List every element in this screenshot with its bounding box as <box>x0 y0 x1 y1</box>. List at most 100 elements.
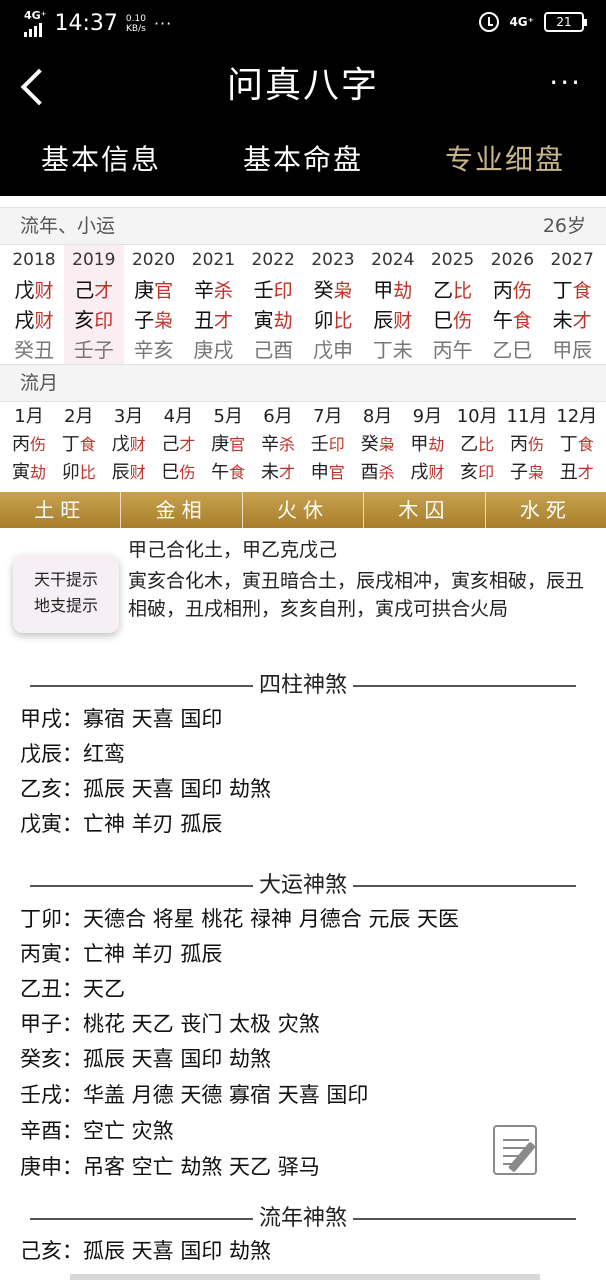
liunian-grid: 2018 戊财 戌财 癸丑 2019 己才 亥印 壬子 2020 庚官 子枭 辛亥 2021 辛杀 丑才 庚戌… <box>4 245 602 365</box>
year-column[interactable]: 2020 庚官 子枭 辛亥 <box>124 245 184 365</box>
month-zhi: 戌财 <box>410 462 445 483</box>
month-column[interactable]: 4月己才巳伤 <box>153 403 203 487</box>
net-speed: 0.10 KB/s <box>125 13 146 34</box>
month-column[interactable]: 12月 丁食 丑才 <box>552 403 602 487</box>
hint-button[interactable]: 天干提示 地支提示 <box>13 555 119 633</box>
month-label: 8月 <box>362 406 393 427</box>
year-zhi: 戌财 <box>14 308 54 332</box>
year-gan: 己才 <box>74 278 114 302</box>
month-label: 4月 <box>163 406 194 427</box>
year-column[interactable]: 2026 丙伤 午食 乙巳 <box>482 245 542 365</box>
year-zhi: 寅劫 <box>253 308 293 332</box>
xiaoyun-label: 庚戌 <box>193 338 234 362</box>
year-label: 2023 <box>311 250 355 270</box>
year-gan: 乙比 <box>433 278 473 302</box>
year-column[interactable]: 2018 戊财 戌财 癸丑 <box>4 245 64 365</box>
month-column[interactable]: 6月 辛杀 未才 <box>253 403 303 487</box>
year-label: 2022 <box>251 250 295 270</box>
dayun-row: 丙寅：亡神 羊刃 孤辰 <box>20 942 223 966</box>
dayun-row: 辛酉：空亡 灾煞 <box>20 1119 174 1143</box>
sizhu-row: 甲戌：寡宿 天喜 国印 <box>20 707 223 731</box>
dayun-divider: 大运神煞 <box>0 870 606 902</box>
month-column[interactable]: 7月 壬印 申官 <box>303 403 353 487</box>
year-gan: 戊财 <box>14 278 54 302</box>
clock: 14:37 <box>54 10 118 36</box>
year-label: 2026 <box>490 250 535 270</box>
status-bar: 4G⁺ 14:37 0.10 KB/s ··· 4G⁺ 21 <box>0 0 606 48</box>
wuxing-item: 水死 <box>519 498 572 522</box>
year-column[interactable]: 2022 壬印 寅劫 己酉 <box>243 245 303 365</box>
month-zhi: 午食 <box>211 462 246 483</box>
month-gan: 乙比 <box>460 434 495 455</box>
age-label: 26岁 <box>542 215 586 237</box>
year-gan: 丙伤 <box>492 278 532 302</box>
month-column[interactable]: 1月 丙伤 寅劫 <box>4 403 54 487</box>
month-column[interactable]: 11月 丙伤 子枭 <box>502 403 552 487</box>
wuxing-item: 土旺 <box>0 492 122 528</box>
xiaoyun-label: 壬子 <box>73 338 114 362</box>
month-gan: 己才 <box>161 434 196 455</box>
month-zhi: 酉杀 <box>360 462 395 483</box>
month-zhi: 辰财 <box>111 462 146 483</box>
year-zhi: 辰财 <box>373 308 413 332</box>
year-zhi: 午食 <box>492 308 532 332</box>
month-zhi: 卯比 <box>61 462 96 483</box>
tab-basic-info[interactable]: 基本信息 <box>0 140 202 180</box>
month-column[interactable]: 8月癸枭酉杀 <box>353 403 403 487</box>
xiaoyun-label: 丁未 <box>372 338 413 362</box>
month-column[interactable]: 2月 丁食 卯比 <box>54 403 104 487</box>
month-gan: 壬印 <box>310 434 345 455</box>
dayun-row: 壬戌：华盖 月德 天德 寡宿 天喜 国印 <box>20 1083 369 1107</box>
year-zhi: 未才 <box>552 308 592 332</box>
year-label: 2025 <box>430 250 475 270</box>
more-icon[interactable]: ··· <box>549 66 582 99</box>
year-gan: 辛杀 <box>193 278 233 302</box>
page-title: 问真八字 <box>226 65 379 106</box>
month-zhi: 未才 <box>260 462 295 483</box>
battery-icon: 21 <box>544 12 587 32</box>
year-zhi: 巳伤 <box>433 308 473 332</box>
month-column[interactable]: 3月 戊财 辰财 <box>104 403 154 487</box>
xiaoyun-label: 癸丑 <box>14 338 54 362</box>
app-header: 问真八字 ··· 基本信息 基本命盘 专业细盘 <box>0 48 606 196</box>
month-label: 2月 <box>64 406 94 427</box>
year-gan: 丁食 <box>552 278 592 302</box>
xiaoyun-label: 甲辰 <box>552 338 593 362</box>
month-column[interactable]: 5月 庚官 午食 <box>203 403 253 487</box>
tab-pro-chart[interactable]: 专业细盘 <box>404 140 606 180</box>
liunian-sha-divider: 流年神煞 <box>0 1203 606 1235</box>
month-zhi: 亥印 <box>460 462 495 483</box>
liunian-sha-row: 己亥：孤辰 天喜 国印 劫煞 <box>20 1239 272 1263</box>
year-column[interactable]: 2027 丁食未才甲辰 <box>542 245 602 365</box>
year-column[interactable]: 2025 乙比巳伤丙午 <box>423 245 483 365</box>
year-column[interactable]: 2024 甲劫 辰财 丁未 <box>363 245 423 365</box>
month-gan: 丁食 <box>559 434 594 455</box>
network-type: 4G⁺ <box>24 9 47 22</box>
month-gan: 辛杀 <box>260 434 295 455</box>
sizhu-row: 戊寅：亡神 羊刃 孤辰 <box>20 812 223 836</box>
sizhu-divider: 四柱神煞 <box>0 670 606 702</box>
month-zhi: 巳伤 <box>161 462 196 483</box>
liuyue-grid: 1月 丙伤 寅劫 2月 丁食 卯比 3月 戊财 辰财 4月 己才 巳伤 5月 庚官 午食 6月 辛杀 未才 7月 壬印… <box>4 403 602 491</box>
month-gan: 戊财 <box>111 434 146 455</box>
year-column[interactable]: 2023 癸枭 卯比 戊申 <box>303 245 363 365</box>
wuxing-band: 土旺 金相 火休 木囚 水死 <box>0 492 606 528</box>
notification-dots: ··· <box>153 14 173 33</box>
signal-icon <box>24 21 42 37</box>
year-label: 2027 <box>550 250 594 270</box>
year-column[interactable]: 2021 辛杀 丑才 庚戌 <box>183 245 243 365</box>
liuyue-title: 流月 <box>0 364 606 402</box>
xiaoyun-label: 丙午 <box>432 338 473 362</box>
dayun-row: 甲子：桃花 天乙 丧门 太极 灾煞 <box>20 1012 320 1036</box>
year-column[interactable]: 2019 己才 亥印 壬子 <box>63 245 124 365</box>
tab-basic-chart[interactable]: 基本命盘 <box>202 140 404 180</box>
month-column[interactable]: 9月 甲劫 戌财 <box>402 403 452 487</box>
year-label: 2019 <box>72 250 116 270</box>
year-gan: 癸枭 <box>313 278 353 302</box>
year-gan: 壬印 <box>253 278 293 302</box>
month-column[interactable]: 10月 乙比 亥印 <box>452 403 502 487</box>
month-label: 12月 <box>556 406 598 427</box>
dayun-title: 大运神煞 <box>252 873 353 898</box>
month-gan: 癸枭 <box>360 434 395 455</box>
month-label: 7月 <box>313 406 343 427</box>
